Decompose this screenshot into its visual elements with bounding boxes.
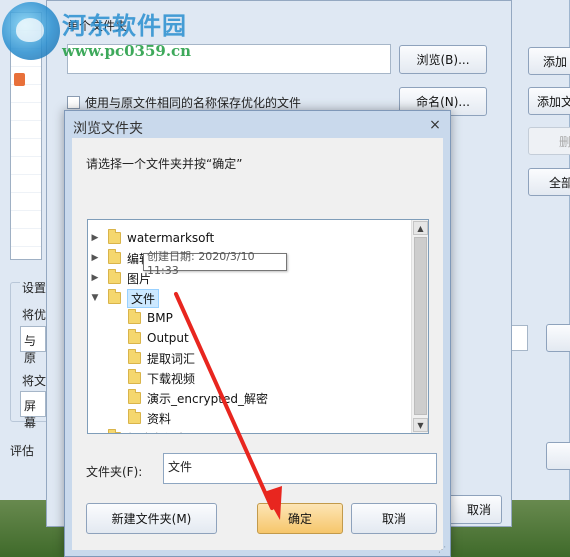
tree-item-label: 文件 xyxy=(127,288,160,308)
watermark-url: www.pc0359.cn xyxy=(62,42,192,60)
tree-item[interactable]: ▶ 图片 xyxy=(90,268,151,288)
settings-group-label: 设置 xyxy=(20,279,49,296)
chevron-right-icon[interactable]: ▶ xyxy=(90,433,100,434)
dialog-title: 浏览文件夹 xyxy=(73,121,143,137)
output-combo[interactable]: 与原 xyxy=(20,326,46,365)
dialog-prompt: 请选择一个文件夹并按“确定” xyxy=(86,157,243,171)
scroll-thumb[interactable] xyxy=(414,237,427,415)
delete-button[interactable]: 删 xyxy=(528,127,570,155)
tree-item-label: 演示_encrypted_解密 xyxy=(147,391,268,406)
dialog-body: 请选择一个文件夹并按“确定” ▶watermarksoft▶编辑器▶图片▼文件B… xyxy=(72,138,443,550)
ok-button[interactable]: 确定 xyxy=(257,503,343,534)
scroll-down-icon[interactable]: ▼ xyxy=(413,418,428,432)
file-combo[interactable]: 屏幕 xyxy=(20,391,46,430)
tree-item-label: 提取词汇 xyxy=(147,351,196,366)
tree-item[interactable]: 下载视频 xyxy=(128,368,195,388)
new-folder-button[interactable]: 新建文件夹(M) xyxy=(86,503,217,534)
same-name-checkbox-label: 使用与原文件相同的名称保存优化的文件 xyxy=(85,96,302,110)
chevron-down-icon[interactable]: ▼ xyxy=(90,293,100,303)
folder-icon xyxy=(108,249,121,264)
folder-icon xyxy=(128,389,141,404)
resize-grip-icon[interactable]: ⋰ xyxy=(438,545,446,554)
folder-icon xyxy=(108,269,121,284)
right-action-button-2[interactable] xyxy=(546,442,570,470)
folder-icon xyxy=(128,309,141,324)
tree-item[interactable]: ▼ 文件 xyxy=(90,288,160,308)
folder-field-label: 文件夹(F): xyxy=(86,465,143,479)
settings-cancel-button[interactable]: 取消 xyxy=(442,495,502,524)
chevron-right-icon[interactable]: ▶ xyxy=(90,233,100,243)
select-all-button[interactable]: 全部 xyxy=(528,168,570,196)
folder-icon xyxy=(108,429,121,433)
same-name-checkbox-row[interactable]: 使用与原文件相同的名称保存优化的文件 xyxy=(67,94,301,111)
folder-field-input[interactable]: 文件 xyxy=(163,453,437,484)
chevron-right-icon[interactable]: ▶ xyxy=(90,273,100,283)
folder-icon xyxy=(128,349,141,364)
file-icon xyxy=(14,73,25,86)
tree-item[interactable]: Output xyxy=(128,328,189,348)
browse-folder-dialog: 浏览文件夹 × 请选择一个文件夹并按“确定” ▶watermarksoft▶编辑… xyxy=(64,110,451,557)
evaluate-label: 评估 xyxy=(10,444,35,458)
add-folder-button[interactable]: 添加文 xyxy=(528,87,570,115)
tree-item[interactable]: ▶ 新建文件夹 xyxy=(90,428,187,434)
tree-item[interactable]: 资料 xyxy=(128,408,171,428)
tree-item-label: 下载视频 xyxy=(147,371,196,386)
same-name-checkbox[interactable] xyxy=(67,96,80,109)
folder-icon xyxy=(128,409,141,424)
tree-item-label: 资料 xyxy=(147,411,172,426)
tree-item[interactable]: BMP xyxy=(128,308,173,328)
tree-item-label: 新建文件夹 xyxy=(127,430,187,434)
folder-icon xyxy=(128,369,141,384)
tree-item[interactable]: 提取词汇 xyxy=(128,348,195,368)
watermark-logo-icon xyxy=(2,2,60,60)
tree-item-label: watermarksoft xyxy=(127,231,215,245)
close-icon[interactable]: × xyxy=(426,117,444,133)
tree-item[interactable]: ▶ watermarksoft xyxy=(90,228,214,248)
browse-button[interactable]: 浏览(B)... xyxy=(399,45,487,74)
chevron-right-icon[interactable]: ▶ xyxy=(90,253,100,263)
right-action-button[interactable] xyxy=(546,324,570,352)
tree-item[interactable]: 演示_encrypted_解密 xyxy=(128,388,268,408)
tree-item-label: BMP xyxy=(147,311,173,325)
folder-icon xyxy=(108,229,121,244)
tree-scrollbar[interactable]: ▲ ▼ xyxy=(411,220,428,433)
cancel-button[interactable]: 取消 xyxy=(351,503,437,534)
scroll-up-icon[interactable]: ▲ xyxy=(413,221,428,235)
tree-item-label: Output xyxy=(147,331,189,345)
folder-icon xyxy=(108,289,121,304)
folder-icon xyxy=(128,329,141,344)
output-label: 将优 xyxy=(22,308,47,322)
folder-tooltip: 创建日期: 2020/3/10 11:33 xyxy=(143,250,287,277)
file-label: 将文 xyxy=(22,374,47,388)
watermark-title: 河东软件园 xyxy=(62,12,187,40)
add-button[interactable]: 添加 xyxy=(528,47,570,75)
